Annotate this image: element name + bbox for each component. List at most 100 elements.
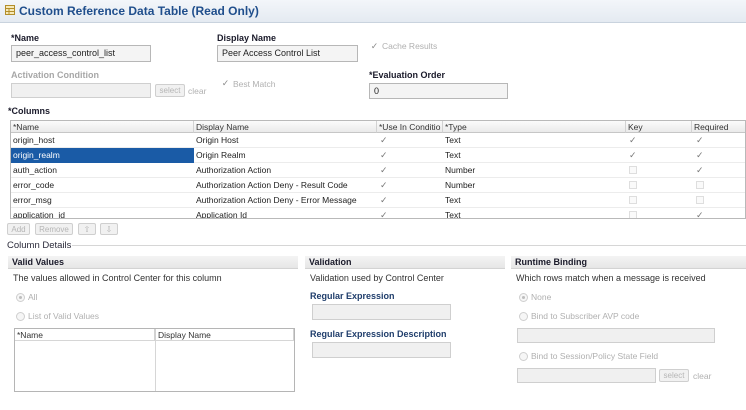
- display-name-input[interactable]: Peer Access Control List: [217, 45, 358, 62]
- cell-type: Number: [445, 180, 476, 190]
- runtime-session-radio[interactable]: [519, 352, 528, 361]
- runtime-avp-input[interactable]: [517, 328, 715, 343]
- evaluation-order-input[interactable]: 0: [369, 83, 508, 99]
- cell-name: error_code: [13, 180, 55, 190]
- name-label: *Name: [11, 33, 40, 43]
- name-input[interactable]: peer_access_control_list: [11, 45, 151, 62]
- required-checkbox[interactable]: [696, 181, 704, 189]
- cell-display-name: Authorization Action Deny - Error Messag…: [196, 195, 357, 205]
- window-title: Custom Reference Data Table (Read Only): [19, 4, 259, 18]
- move-down-button[interactable]: ⇩: [100, 223, 118, 235]
- col-header-name[interactable]: *Name: [11, 121, 194, 133]
- valid-values-list-radio[interactable]: [16, 312, 25, 321]
- cell-display-name: Authorization Action Deny - Result Code: [196, 180, 348, 190]
- runtime-avp-radio[interactable]: [519, 312, 528, 321]
- cache-results-label: Cache Results: [382, 41, 438, 51]
- valid-values-desc: The values allowed in Control Center for…: [13, 273, 222, 283]
- runtime-none-label: None: [531, 292, 552, 302]
- regex-label: Regular Expression: [310, 291, 395, 301]
- vv-header-name[interactable]: *Name: [15, 329, 155, 341]
- use-in-condition-checked-icon: ✓: [380, 135, 388, 145]
- runtime-session-label: Bind to Session/Policy State Field: [531, 351, 659, 361]
- table-row[interactable]: error_msg Authorization Action Deny - Err…: [11, 193, 745, 208]
- key-checkbox[interactable]: [629, 196, 637, 204]
- column-details-divider: [72, 245, 746, 246]
- arrow-up-icon: ⇧: [83, 225, 91, 234]
- best-match-checkbox[interactable]: ✓: [221, 79, 230, 88]
- col-header-display-name[interactable]: Display Name: [194, 121, 377, 133]
- display-name-label: Display Name: [217, 33, 277, 43]
- regex-input[interactable]: [312, 304, 451, 320]
- cell-type: Text: [445, 150, 461, 160]
- arrow-down-icon: ⇩: [105, 225, 113, 234]
- columns-label: *Columns: [8, 106, 51, 116]
- vv-column-divider: [155, 341, 156, 391]
- activation-condition-label: Activation Condition: [11, 70, 99, 80]
- runtime-session-input[interactable]: [517, 368, 656, 383]
- key-checkbox[interactable]: [629, 181, 637, 189]
- runtime-select-button[interactable]: select: [659, 369, 689, 382]
- regex-desc-input[interactable]: [312, 342, 451, 358]
- column-details-label: Column Details: [7, 240, 72, 251]
- cell-type: Text: [445, 210, 461, 219]
- required-checkbox[interactable]: [696, 196, 704, 204]
- col-header-required[interactable]: Required: [692, 121, 745, 133]
- cell-name: error_msg: [13, 195, 52, 205]
- key-checked-icon: ✓: [629, 150, 637, 160]
- use-in-condition-checked-icon: ✓: [380, 165, 388, 175]
- activation-select-button[interactable]: select: [155, 84, 185, 97]
- cell-type: Text: [445, 195, 461, 205]
- add-column-button[interactable]: Add: [7, 223, 30, 235]
- valid-values-all-label: All: [28, 292, 38, 302]
- required-checked-icon: ✓: [696, 210, 704, 219]
- title-bar: Custom Reference Data Table (Read Only): [0, 0, 746, 23]
- valid-values-table: *Name Display Name: [14, 328, 295, 392]
- table-row[interactable]: origin_host Origin Host Text ✓ ✓ ✓: [11, 133, 745, 148]
- cell-name: origin_host: [13, 135, 55, 145]
- evaluation-order-label: *Evaluation Order: [369, 70, 446, 80]
- key-checkbox[interactable]: [629, 211, 637, 218]
- runtime-clear-link[interactable]: clear: [693, 371, 711, 381]
- vv-header-display-name[interactable]: Display Name: [155, 329, 294, 341]
- valid-values-all-radio[interactable]: [16, 293, 25, 302]
- remove-column-button[interactable]: Remove: [35, 223, 73, 235]
- validation-desc: Validation used by Control Center: [310, 273, 444, 283]
- cell-type: Text: [445, 135, 461, 145]
- use-in-condition-checked-icon: ✓: [380, 150, 388, 160]
- use-in-condition-checked-icon: ✓: [380, 210, 388, 219]
- cell-display-name: Application Id: [196, 210, 248, 219]
- table-icon: [5, 5, 15, 15]
- valid-values-header: Valid Values: [8, 256, 298, 269]
- cell-name: auth_action: [13, 165, 57, 175]
- col-header-key[interactable]: Key: [626, 121, 692, 133]
- col-header-type[interactable]: *Type: [443, 121, 626, 133]
- required-checked-icon: ✓: [696, 150, 704, 160]
- key-checked-icon: ✓: [629, 135, 637, 145]
- use-in-condition-checked-icon: ✓: [380, 180, 388, 190]
- required-checked-icon: ✓: [696, 135, 704, 145]
- runtime-binding-header: Runtime Binding: [511, 256, 746, 269]
- cell-display-name: Authorization Action: [196, 165, 272, 175]
- runtime-binding-desc: Which rows match when a message is recei…: [516, 273, 706, 283]
- move-up-button[interactable]: ⇧: [78, 223, 96, 235]
- table-row[interactable]: origin_realm Origin Realm Text ✓ ✓ ✓: [11, 148, 745, 163]
- table-row[interactable]: auth_action Authorization Action Number ✓ ✓: [11, 163, 745, 178]
- cell-display-name: Origin Realm: [196, 150, 246, 160]
- key-checkbox[interactable]: [629, 166, 637, 174]
- table-row[interactable]: error_code Authorization Action Deny - Re…: [11, 178, 745, 193]
- runtime-none-radio[interactable]: [519, 293, 528, 302]
- use-in-condition-checked-icon: ✓: [380, 195, 388, 205]
- activation-clear-link[interactable]: clear: [188, 86, 206, 96]
- cache-results-checkbox[interactable]: ✓: [370, 42, 379, 51]
- runtime-avp-label: Bind to Subscriber AVP code: [531, 311, 640, 321]
- col-header-use-in-condition[interactable]: *Use In Conditio: [377, 121, 443, 133]
- best-match-label: Best Match: [233, 79, 276, 89]
- activation-condition-input[interactable]: [11, 83, 151, 98]
- cell-type: Number: [445, 165, 476, 175]
- cell-display-name: Origin Host: [196, 135, 239, 145]
- valid-values-list-label: List of Valid Values: [28, 311, 100, 321]
- regex-desc-label: Regular Expression Description: [310, 329, 447, 339]
- table-row[interactable]: application_id Application Id Text ✓ ✓: [11, 208, 745, 219]
- required-checked-icon: ✓: [696, 165, 704, 175]
- cell-name: application_id: [13, 210, 65, 219]
